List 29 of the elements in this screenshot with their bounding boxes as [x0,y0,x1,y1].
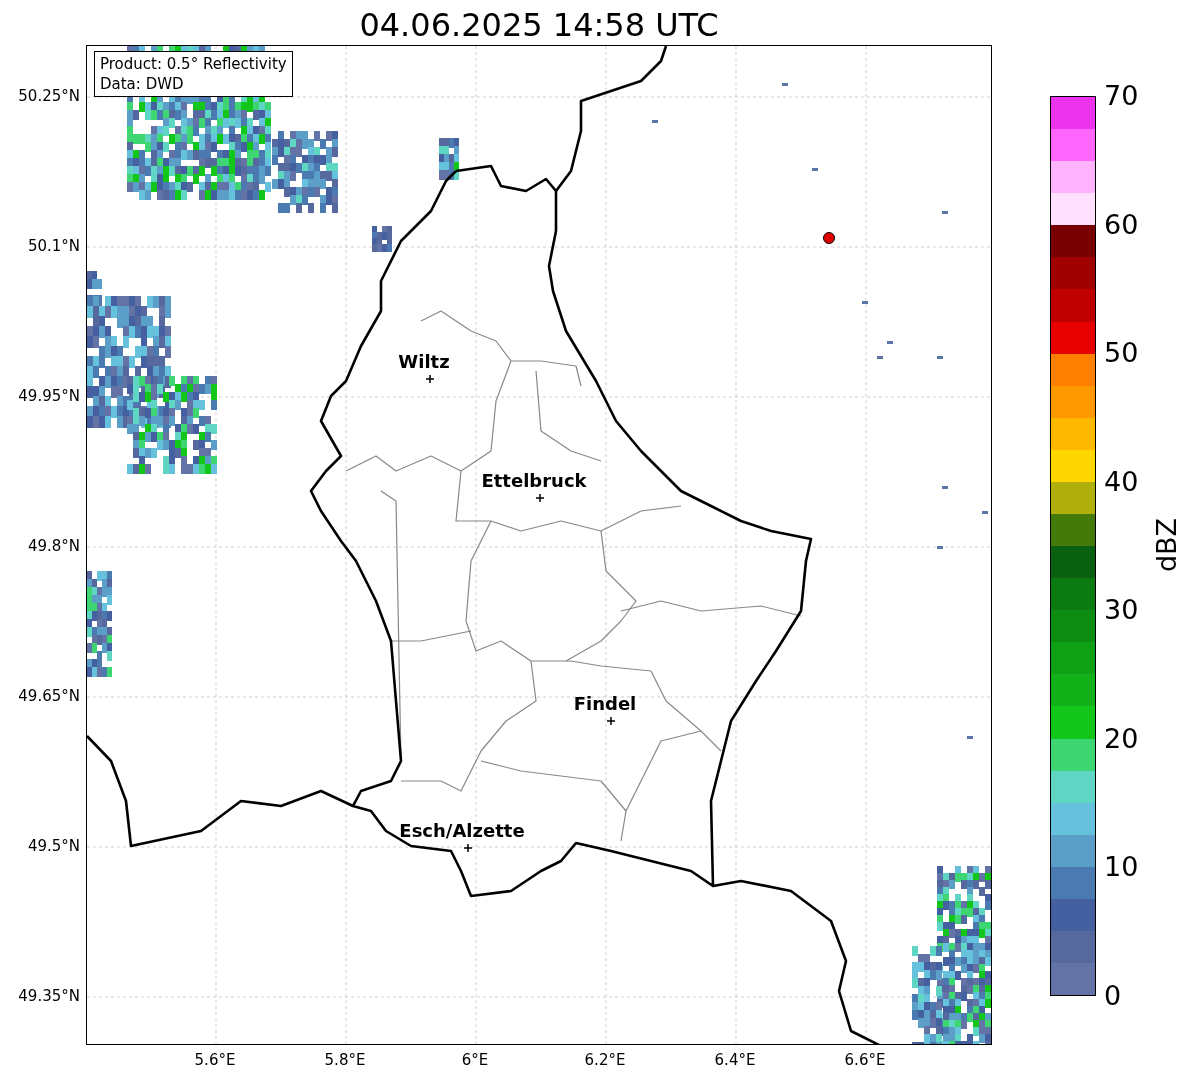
y-tick-label: 49.35°N [18,987,80,1005]
colorbar-tick-label: 30 [1104,595,1139,626]
city-label: Wiltz [398,352,450,372]
colorbar-tick-label: 60 [1104,209,1139,240]
colorbar-label: dBZ [1152,517,1183,573]
city-label: Esch/Alzette [399,821,525,841]
colorbar-tick-label: 10 [1104,852,1139,883]
x-tick-label: 5.6°E [194,1051,236,1069]
info-text: Product: 0.5° Reflectivity [100,54,287,74]
y-tick-label: 49.65°N [18,687,80,705]
y-tick-label: 49.95°N [18,387,80,405]
colorbar-tick-label: 50 [1104,338,1139,369]
city-label: Findel [573,694,637,714]
colorbar-tick-label: 0 [1104,981,1122,1011]
x-tick-label: 6.4°E [714,1051,756,1069]
city-label: Ettelbruck [481,471,587,491]
colorbar-tick-label: 70 [1104,81,1139,111]
x-tick-label: 6.2°E [584,1051,626,1069]
colorbar-tick-label: 40 [1104,466,1139,497]
x-tick-label: 6.6°E [844,1051,886,1069]
y-tick-label: 49.8°N [27,537,80,555]
x-tick-label: 5.8°E [324,1051,366,1069]
y-tick-label: 50.1°N [27,237,80,255]
chart-title: 04.06.2025 14:58 UTC [358,5,720,46]
colorbar-tick-label: 20 [1104,723,1139,754]
y-tick-label: 50.25°N [18,87,80,105]
info-text: Data: DWD [100,74,185,94]
x-tick-label: 6°E [461,1051,489,1069]
y-tick-label: 49.5°N [27,837,80,855]
